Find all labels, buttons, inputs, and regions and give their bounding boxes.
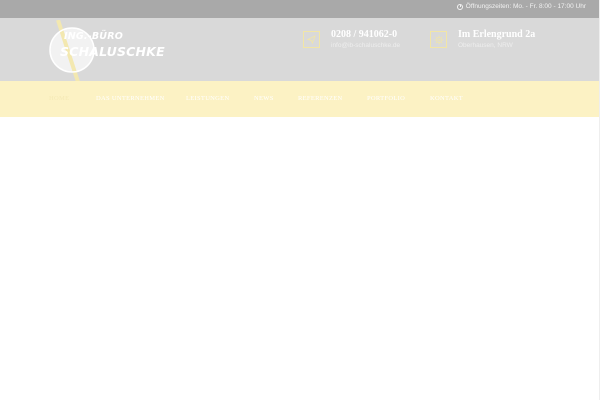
header: ING.-BÜRO SCHALUSCHKE 0208 / 941062-0 in… [0, 18, 600, 83]
address-city: Oberhausen, NRW [458, 42, 513, 49]
opening-hours-text: Öffnungszeiten: Mo. - Fr. 8:00 - 17:00 U… [465, 3, 586, 10]
nav-item-leistungen[interactable]: LEISTUNGEN [186, 95, 229, 102]
nav-item-home[interactable]: HOME [49, 95, 69, 102]
opening-hours: Öffnungszeiten: Mo. - Fr. 8:00 - 17:00 U… [456, 3, 586, 10]
nav-item-das-unternehmen[interactable]: DAS UNTERNEHMEN [96, 95, 165, 102]
main-navigation: HOME DAS UNTERNEHMEN LEISTUNGEN NEWS REF… [0, 81, 600, 117]
company-logo[interactable]: ING.-BÜRO SCHALUSCHKE [48, 19, 165, 83]
send-icon-box [303, 31, 320, 48]
phone-number[interactable]: 0208 / 941062-0 [331, 29, 397, 40]
gear-icon-box [430, 31, 447, 48]
logo-line1: ING.-BÜRO [64, 31, 123, 42]
send-icon [307, 35, 316, 44]
top-bar: Öffnungszeiten: Mo. - Fr. 8:00 - 17:00 U… [0, 0, 600, 18]
nav-item-kontakt[interactable]: KONTAKT [430, 95, 463, 102]
email-address[interactable]: info@ib-schaluschke.de [331, 42, 400, 49]
address-street: Im Erlengrund 2a [458, 29, 536, 40]
main-content [0, 117, 600, 400]
clock-icon [456, 3, 463, 10]
gear-icon [434, 35, 443, 44]
nav-item-referenzen[interactable]: REFERENZEN [298, 95, 343, 102]
nav-item-news[interactable]: NEWS [254, 95, 274, 102]
logo-line2: SCHALUSCHKE [60, 44, 165, 59]
nav-item-portfolio[interactable]: PORTFOLIO [367, 95, 405, 102]
